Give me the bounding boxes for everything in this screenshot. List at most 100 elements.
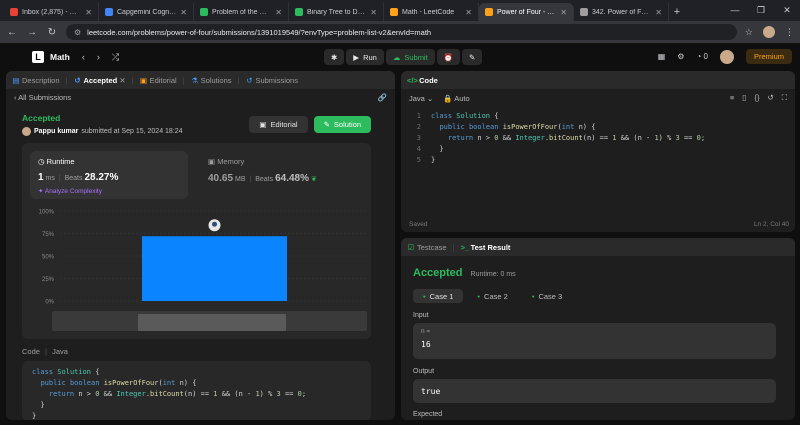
user-avatar[interactable]	[719, 49, 734, 64]
dot-icon: •	[531, 291, 535, 301]
browser-tab[interactable]: Capgemini Cognitive ✕	[99, 3, 194, 21]
solution-button[interactable]: ✎ Solution	[313, 116, 371, 133]
browser-tab[interactable]: Inbox (2,875) - mrpa ✕	[4, 3, 99, 21]
case-1-tab[interactable]: • Case 1	[413, 289, 464, 303]
case-3-tab[interactable]: • Case 3	[522, 289, 572, 303]
share-link-icon[interactable]: 🔗	[378, 93, 387, 102]
tab-testcase[interactable]: ☑ Testcase	[407, 243, 447, 252]
debug-button[interactable]: ✱	[324, 49, 345, 65]
tab-solutions[interactable]: ⚗ Solutions	[191, 76, 231, 85]
tab-editorial[interactable]: ▣ Editorial	[140, 76, 177, 85]
code-text: }	[431, 145, 444, 153]
fire-icon: ◔	[696, 52, 702, 61]
maximize-button[interactable]: ❐	[748, 0, 774, 21]
format-icon[interactable]: ≡	[730, 93, 734, 103]
browser-tab-label: 342. Power of Four -	[592, 8, 652, 16]
close-tab-icon[interactable]: ✕	[465, 8, 472, 17]
tab-description[interactable]: ▤ Description	[12, 76, 59, 85]
submission-header: Accepted Pappu kumar submitted at Sep 15…	[22, 113, 183, 136]
language-select[interactable]: Java ⌄	[409, 94, 433, 103]
reload-icon[interactable]: ↻	[46, 27, 58, 38]
close-tab-icon[interactable]: ✕	[119, 76, 125, 85]
premium-button[interactable]: Premium	[745, 49, 792, 64]
all-submissions-link[interactable]: ‹ All Submissions	[14, 93, 71, 102]
editorial-button[interactable]: ▣ Editorial	[249, 116, 308, 133]
coins-indicator[interactable]: ◔ 0	[696, 52, 708, 61]
shuffle-icon[interactable]: ⤮	[112, 52, 119, 63]
submitted-code-block[interactable]: class Solution { public boolean isPowerO…	[22, 361, 371, 420]
code-editor[interactable]: 1 class Solution {2 public boolean isPowe…	[409, 111, 705, 166]
url-field[interactable]: ⚙ leetcode.com/problems/power-of-four/su…	[66, 24, 737, 40]
code-line: 2 public boolean isPowerOfFour(int n) {	[409, 122, 705, 133]
next-problem-icon[interactable]: ›	[97, 52, 100, 63]
line-number: 4	[416, 145, 421, 153]
address-bar: ← → ↻ ⚙ leetcode.com/problems/power-of-f…	[0, 21, 800, 43]
browser-tab-label: Problem of the Day |	[212, 8, 272, 16]
back-arrow-icon[interactable]: ←	[6, 27, 18, 38]
code-text: class Solution {	[431, 112, 499, 120]
close-window-button[interactable]: ✕	[774, 0, 800, 21]
code-text: public boolean isPowerOfFour(int n) {	[40, 379, 197, 387]
solution-label: Solution	[333, 120, 361, 129]
test-result-panel: ☑ Testcase | >_Test Result Accepted Runti…	[401, 238, 795, 420]
tab-label: Submissions	[255, 75, 298, 85]
cloud-upload-icon: ☁	[392, 52, 401, 62]
output-box[interactable]: true	[413, 379, 776, 403]
terminal-icon: >_	[460, 242, 470, 252]
reset-icon[interactable]: ↺	[767, 93, 773, 103]
site-info-icon[interactable]: ⚙	[74, 28, 81, 37]
y-tick-label: 100%	[39, 210, 55, 216]
browser-tab[interactable]: Math - LeetCode ✕	[384, 3, 479, 21]
close-tab-icon[interactable]: ✕	[85, 8, 92, 17]
timer-button[interactable]: ⏰	[436, 49, 461, 65]
browser-tab[interactable]: 342. Power of Four - ✕	[574, 3, 669, 21]
forward-arrow-icon[interactable]: →	[26, 27, 38, 38]
browser-tab[interactable]: Problem of the Day | ✕	[194, 3, 289, 21]
close-tab-icon[interactable]: ✕	[275, 8, 282, 17]
performance-box: ◷ Runtime 1 ms | Beats 28.27% ✦ Analyze …	[22, 143, 371, 339]
close-tab-icon[interactable]: ✕	[560, 8, 567, 17]
submitter-avatar[interactable]	[22, 127, 31, 136]
window-controls: — ❐ ✕	[722, 0, 800, 21]
close-tab-icon[interactable]: ✕	[655, 8, 662, 17]
runtime-distribution-chart: 100% 75% 50% 25% 0%	[39, 210, 367, 331]
settings-gear-icon[interactable]: ⚙	[677, 52, 684, 61]
browser-tab[interactable]: Binary Tree to DLL | ✕	[289, 3, 384, 21]
notes-button[interactable]: ✎	[462, 49, 483, 65]
code-text: }	[32, 401, 45, 409]
close-tab-icon[interactable]: ✕	[370, 8, 377, 17]
close-tab-icon[interactable]: ✕	[180, 8, 187, 17]
prev-problem-icon[interactable]: ‹	[82, 52, 85, 63]
submitter-info: Pappu kumar submitted at Sep 15, 2024 18…	[22, 127, 183, 136]
case-2-tab[interactable]: • Case 2	[467, 289, 517, 303]
bookmark-icon[interactable]: ▯	[742, 93, 746, 103]
auto-mode-toggle[interactable]: 🔒 Auto	[443, 94, 469, 103]
layout-icon[interactable]: ▦	[658, 52, 666, 61]
code-line: class Solution {	[32, 367, 361, 378]
new-tab-button[interactable]: +	[669, 3, 685, 21]
testcase-label: Testcase	[417, 242, 447, 252]
submit-button[interactable]: ☁ Submit	[385, 49, 435, 65]
leetcode-logo-icon[interactable]: L	[32, 51, 44, 63]
submitter-name[interactable]: Pappu kumar	[34, 128, 78, 135]
input-value: 16	[421, 340, 431, 349]
input-box[interactable]: n = 16	[413, 323, 776, 359]
profile-avatar[interactable]	[763, 26, 775, 38]
bookmark-star-icon[interactable]: ☆	[745, 27, 753, 38]
tab-separator: |	[131, 75, 134, 85]
problem-list-title[interactable]: Math	[50, 52, 70, 62]
code-line: 5}	[409, 155, 705, 166]
menu-icon[interactable]: ⋮	[785, 27, 794, 38]
chart-scroll-thumb[interactable]	[138, 314, 286, 331]
tab-accepted[interactable]: ↺ Accepted ✕	[73, 76, 125, 85]
run-button[interactable]: ▶ Run	[346, 49, 384, 65]
runtime-bar[interactable]	[142, 236, 287, 301]
browser-tab[interactable]: Power of Four - Leet ✕	[479, 3, 574, 21]
fullscreen-icon[interactable]: ⛶	[782, 93, 787, 103]
minimize-button[interactable]: —	[722, 0, 748, 21]
tab-test-result[interactable]: >_Test Result	[461, 243, 511, 252]
tab-submissions[interactable]: ↺ Submissions	[245, 76, 298, 85]
solution-actions: ▣ Editorial ✎ Solution	[249, 116, 371, 133]
mode-label: Auto	[454, 93, 470, 103]
braces-icon[interactable]: {}	[754, 93, 759, 103]
